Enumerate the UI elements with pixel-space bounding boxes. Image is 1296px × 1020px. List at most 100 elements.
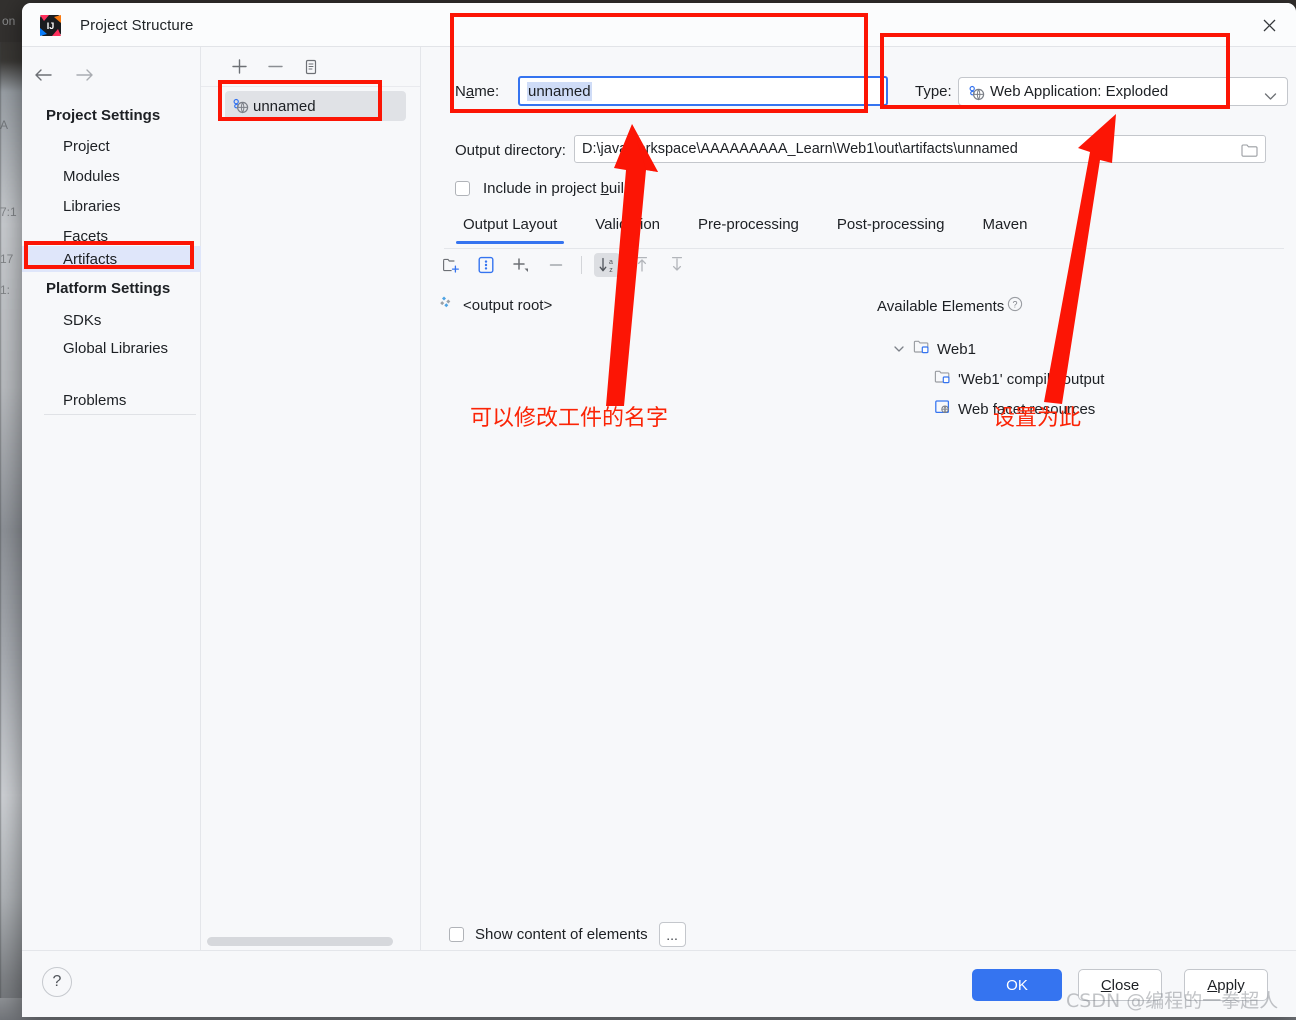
remove-icon[interactable] — [543, 253, 569, 277]
output-root-node[interactable]: <output root> — [438, 295, 552, 315]
artifact-list-item-label: unnamed — [253, 97, 316, 115]
move-up-icon[interactable] — [629, 253, 655, 277]
toolbar-divider — [581, 256, 582, 274]
sidebar-group-platform-settings: Platform Settings — [46, 280, 171, 297]
sort-alphabetically-icon[interactable]: a z — [594, 253, 620, 277]
tab-output-layout[interactable]: Output Layout — [444, 212, 576, 244]
module-icon — [913, 339, 930, 360]
browse-folder-icon[interactable] — [1239, 140, 1259, 160]
type-label: Type: — [915, 83, 952, 100]
show-content-label: Show content of elements — [475, 926, 648, 943]
new-directory-icon[interactable] — [438, 253, 464, 277]
sidebar-item-label: Libraries — [63, 197, 121, 215]
svg-text:?: ? — [1013, 299, 1018, 309]
intellij-idea-icon: IJ — [40, 15, 61, 36]
chevron-down-icon[interactable] — [892, 341, 906, 359]
svg-text:z: z — [609, 267, 613, 274]
artifact-name-input[interactable]: unnamed — [518, 76, 888, 106]
artifact-type-value: Web Application: Exploded — [990, 83, 1169, 100]
checkbox-box[interactable] — [455, 181, 470, 196]
add-dropdown-icon[interactable] — [508, 253, 534, 277]
forward-arrow-icon[interactable] — [74, 64, 96, 86]
ok-button[interactable]: OK — [972, 969, 1062, 1001]
backdrop-text: 7:1 — [0, 205, 17, 219]
sidebar-item-libraries[interactable]: Libraries — [22, 193, 201, 219]
sidebar-item-label: Facets — [63, 227, 109, 245]
close-button[interactable]: Close — [1078, 969, 1162, 1001]
sidebar-item-project[interactable]: Project — [22, 133, 201, 159]
include-in-project-build-label: Include in project build — [483, 180, 633, 197]
move-down-icon[interactable] — [664, 253, 690, 277]
svg-text:a: a — [609, 259, 613, 266]
web-artifact-icon — [968, 84, 985, 106]
module-icon — [934, 369, 951, 390]
close-icon[interactable] — [1248, 9, 1290, 41]
include-in-project-build-checkbox[interactable]: Include in project build — [455, 180, 632, 197]
dialog-titlebar: IJ Project Structure — [22, 3, 1296, 47]
artifact-list-hscrollbar[interactable] — [207, 937, 393, 946]
sidebar-group-project-settings: Project Settings — [46, 107, 161, 124]
sidebar-item-global-libraries[interactable]: Global Libraries — [22, 335, 201, 361]
back-arrow-icon[interactable] — [32, 64, 54, 86]
dialog-title: Project Structure — [80, 17, 194, 34]
output-directory-value: D:\javaworkspace\AAAAAAAAA_Learn\Web1\ou… — [582, 141, 1018, 157]
sidebar-divider — [44, 414, 196, 415]
copy-icon[interactable] — [301, 57, 321, 77]
available-element-web1-compile-output[interactable]: 'Web1' compile output — [934, 369, 1104, 390]
artifact-root-icon — [438, 295, 453, 315]
name-label: Name: — [455, 83, 500, 100]
available-element-web1[interactable]: Web1 — [892, 339, 976, 360]
project-structure-dialog: IJ Project Structure Project Settings Pr… — [22, 3, 1296, 1017]
available-elements-title: Available Elements ? — [877, 296, 1023, 317]
help-icon[interactable]: ? — [42, 967, 72, 997]
add-icon[interactable] — [229, 57, 249, 77]
artifact-name-value: unnamed — [527, 81, 592, 101]
available-element-label: 'Web1' compile output — [958, 371, 1105, 388]
dialog-footer: ? OK Close Apply — [22, 950, 1296, 1017]
help-icon[interactable]: ? — [1007, 296, 1023, 317]
sidebar-item-label: Problems — [63, 391, 127, 409]
chevron-down-icon — [1264, 88, 1277, 106]
backdrop-text: A — [0, 118, 9, 132]
sidebar-item-label: Artifacts — [63, 250, 118, 268]
output-directory-input[interactable]: D:\javaworkspace\AAAAAAAAA_Learn\Web1\ou… — [574, 135, 1266, 163]
sidebar-item-modules[interactable]: Modules — [22, 163, 201, 189]
show-content-of-elements-row: Show content of elements ... — [449, 922, 686, 947]
tab-post-processing[interactable]: Post-processing — [818, 212, 964, 243]
available-elements-label: Available Elements — [877, 298, 1005, 315]
backdrop-text: 1: — [0, 283, 11, 297]
web-facet-icon — [934, 399, 951, 420]
sidebar-item-label: SDKs — [63, 311, 102, 329]
settings-sidebar: Project Settings Project Modules Librari… — [22, 47, 201, 950]
tab-pre-processing[interactable]: Pre-processing — [679, 212, 818, 243]
screen: on A 7:1 17 1: IJ Project Structure Proj… — [0, 0, 1296, 1020]
sidebar-item-label: Project — [63, 137, 110, 155]
tab-maven[interactable]: Maven — [963, 212, 1046, 243]
available-element-web-facet-resources[interactable]: Web facet resources — [934, 399, 1095, 420]
remove-icon[interactable] — [265, 57, 285, 77]
sidebar-item-label: Global Libraries — [63, 339, 169, 357]
artifact-list-panel: unnamed — [201, 47, 421, 950]
backdrop-text: 17 — [0, 252, 14, 266]
artifact-list-toolbar — [201, 47, 420, 87]
web-artifact-icon — [232, 97, 249, 119]
tab-validation[interactable]: Validation — [576, 212, 679, 243]
available-element-label: Web facet resources — [958, 401, 1096, 418]
sidebar-item-artifacts[interactable]: Artifacts — [22, 246, 201, 272]
svg-text:IJ: IJ — [47, 21, 55, 31]
output-root-label: <output root> — [463, 296, 553, 314]
available-element-label: Web1 — [937, 341, 976, 358]
artifact-list-item-unnamed[interactable]: unnamed — [225, 91, 406, 121]
sidebar-item-problems[interactable]: Problems — [22, 387, 201, 413]
show-content-checkbox[interactable] — [449, 927, 464, 942]
sidebar-nav-arrows — [32, 64, 96, 86]
artifact-type-select[interactable]: Web Application: Exploded — [958, 77, 1288, 106]
sidebar-item-sdks[interactable]: SDKs — [22, 307, 201, 333]
more-options-button[interactable]: ... — [658, 922, 686, 947]
apply-button[interactable]: Apply — [1184, 969, 1268, 1001]
artifact-tabs: Output Layout Validation Pre-processing … — [444, 212, 1284, 249]
backdrop-text: on — [2, 14, 16, 28]
new-archive-icon[interactable] — [473, 253, 499, 277]
output-directory-label: Output directory: — [455, 142, 566, 159]
sidebar-item-label: Modules — [63, 167, 120, 185]
